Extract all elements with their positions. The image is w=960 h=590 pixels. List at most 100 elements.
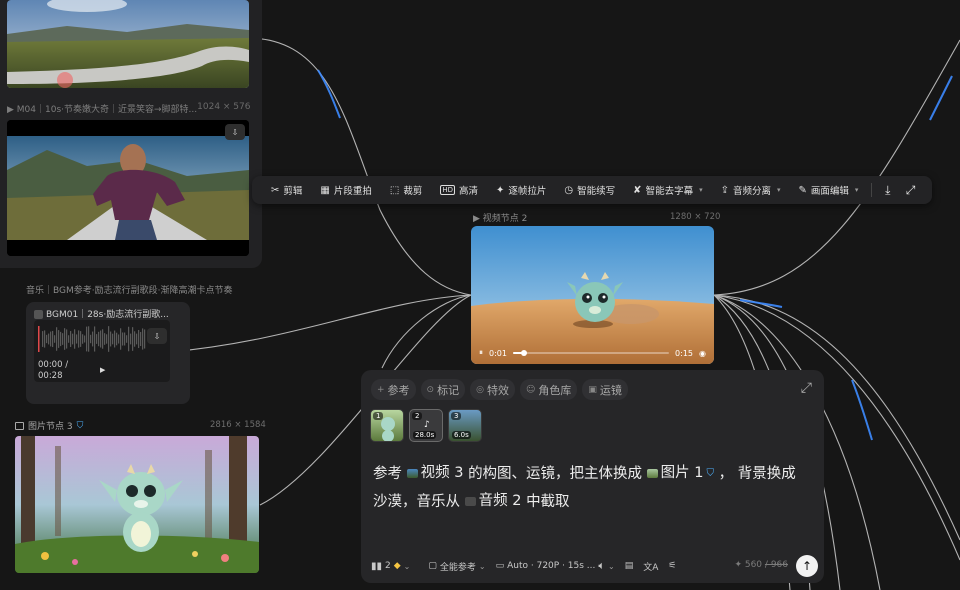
- chevron-down-icon: ⌄: [478, 561, 486, 571]
- tool-label: 智能去字幕: [645, 186, 694, 197]
- reference-number: 2: [412, 412, 423, 420]
- reference-item[interactable]: 1: [370, 409, 404, 442]
- waveform-bar: [124, 332, 126, 346]
- plus-icon: +: [377, 384, 385, 395]
- waveform-bar: [104, 333, 106, 345]
- model-value: 2: [385, 561, 391, 571]
- notes-icon[interactable]: ▤: [625, 561, 634, 571]
- waveform-bar: [62, 333, 64, 345]
- prompt-text-segment: 中截取: [526, 494, 570, 510]
- waveform-bar: [122, 332, 124, 346]
- audio-player[interactable]: ⇩ 00:00 / 00:28 ▶: [34, 320, 170, 382]
- reference-item[interactable]: 2 ♪ 28.0s: [409, 409, 443, 442]
- reference-number: 1: [373, 412, 384, 420]
- mention-label: 音频 2: [478, 493, 522, 509]
- mention-image-token[interactable]: 图片 1 ⛉: [646, 460, 714, 487]
- video-thumbnail-road[interactable]: [7, 0, 249, 88]
- chip-reference[interactable]: + 参考: [371, 379, 416, 400]
- tool-remove-subtitle-button[interactable]: ✘ 智能去字幕 ▾: [624, 176, 711, 204]
- waveform-bar: [68, 335, 70, 343]
- video-thumbnail-runner[interactable]: ⇩: [7, 120, 249, 256]
- reference-duration: 28.0s: [413, 431, 437, 439]
- waveform-bar: [86, 326, 88, 352]
- waveform-bar: [74, 329, 76, 349]
- waveform-bar: [94, 326, 96, 352]
- clock-icon: ◷: [564, 184, 574, 196]
- download-icon[interactable]: ⇩: [225, 124, 245, 140]
- waveform-bar: [42, 331, 44, 347]
- hd-icon: HD: [440, 185, 455, 195]
- chip-character-library[interactable]: ☺ 角色库: [519, 379, 578, 400]
- video-node-panel[interactable]: ▶ M04｜10s·节奏嫩大奇｜近景笑容→脚部特... 1024 × 576 ⇩: [0, 0, 262, 268]
- expand-icon[interactable]: ⤢: [801, 380, 812, 396]
- waveform-bar: [90, 334, 92, 344]
- translate-icon[interactable]: 文A: [643, 560, 658, 573]
- music-icon: [34, 310, 43, 319]
- sliders-icon[interactable]: ⚟: [668, 561, 676, 571]
- music-icon: ♪: [424, 420, 430, 430]
- reference-duration: 6.0s: [452, 431, 471, 439]
- chip-mark[interactable]: ⊙ 标记: [420, 379, 466, 400]
- waveform-bar: [84, 335, 86, 343]
- waveform-bar: [76, 334, 78, 344]
- prompt-input[interactable]: 参考 视频 3 的构图、运镜，把主体换成 图片 1 ⛉ ， 背景换成 沙漠，音乐从…: [373, 460, 813, 516]
- tool-reshoot-button[interactable]: ▦ 片段重拍: [311, 176, 380, 204]
- tool-crop-button[interactable]: ⬚ 裁剪: [381, 176, 431, 204]
- mention-video-token[interactable]: 视频 3: [406, 460, 463, 487]
- prompt-text-segment: ， 背景换成: [718, 466, 796, 482]
- pause-icon[interactable]: ⏸: [479, 348, 483, 358]
- video-progress-track[interactable]: [512, 350, 670, 356]
- tool-audio-split-button[interactable]: ⇪ 音频分离 ▾: [712, 176, 790, 204]
- audio-node[interactable]: BGM01｜28s·励志流行副歌... ⇩ 00:00 / 00:28 ▶: [26, 302, 190, 404]
- reference-item[interactable]: 3 6.0s: [448, 409, 482, 442]
- generation-settings-select[interactable]: ▭ Auto · 720P · 15s ... 🔈︎ ⌄: [496, 559, 615, 573]
- fullscreen-icon[interactable]: ⤢: [899, 176, 922, 204]
- audio-split-icon: ⇪: [720, 184, 729, 196]
- waveform-bar: [78, 330, 80, 348]
- canvas[interactable]: ▶ M04｜10s·节奏嫩大奇｜近景笑容→脚部特... 1024 × 576 ⇩: [0, 0, 960, 590]
- chip-camera-motion[interactable]: ▣ 运镜: [582, 379, 628, 400]
- tool-continue-button[interactable]: ◷ 智能续写: [555, 176, 624, 204]
- video-progress-handle[interactable]: [520, 350, 527, 356]
- image-thumbnail-creature[interactable]: [15, 436, 259, 573]
- tool-frame-edit-button[interactable]: ✎ 画面编辑 ▾: [790, 176, 868, 204]
- reference-number: 3: [451, 412, 462, 420]
- waveform-bar: [128, 326, 130, 352]
- waveform-bar: [136, 333, 138, 345]
- mention-audio-token[interactable]: 音频 2: [464, 488, 522, 515]
- waveform-bar: [140, 331, 142, 347]
- waveform-bar: [138, 329, 140, 349]
- film-icon: ▦: [320, 184, 330, 196]
- play-icon[interactable]: ▶: [100, 366, 105, 374]
- waveform-bar: [92, 331, 94, 347]
- image-node-title: 图片节点 3 ⛉: [15, 419, 83, 432]
- chip-effects[interactable]: ◎ 特效: [470, 379, 515, 400]
- tool-frame-pull-button[interactable]: ✦ 逐帧拉片: [487, 176, 555, 204]
- audio-time-current: 00:00 /: [38, 360, 69, 370]
- download-icon[interactable]: ⇩: [147, 328, 167, 344]
- tool-hd-button[interactable]: HD 高清: [431, 176, 487, 204]
- model-select[interactable]: ▮▮ 2 ◆ ⌄: [371, 561, 410, 572]
- video-player[interactable]: ⏸ 0:01 0:15 ◉: [471, 226, 714, 364]
- shield-icon: ⛉: [76, 420, 84, 431]
- video-caption-text: ▶ M04｜10s·节奏嫩大奇｜近景笑容→脚部特...: [7, 105, 198, 115]
- crop-icon: ⬚: [389, 184, 400, 196]
- tool-cut-button[interactable]: ✂ 剪辑: [262, 176, 311, 204]
- send-button[interactable]: ↑: [796, 555, 818, 577]
- tool-label: 画面编辑: [810, 186, 849, 197]
- image-node-dims: 2816 × 1584: [210, 420, 266, 430]
- download-icon[interactable]: ⤓: [876, 176, 899, 204]
- credits-used: ✦ 560: [734, 560, 763, 570]
- prompt-text-segment: 参考: [373, 466, 402, 482]
- waveform-bar: [102, 329, 104, 349]
- chip-label: 标记: [437, 383, 460, 397]
- reference-mode-select[interactable]: ▢ 全能参考 ⌄: [428, 560, 485, 573]
- sparkle-icon: ✦: [496, 184, 505, 196]
- tool-label: 裁剪: [403, 186, 423, 197]
- waveform-bar: [64, 328, 66, 350]
- waveform-bar: [114, 330, 116, 348]
- waveform-bar: [52, 330, 54, 348]
- volume-icon[interactable]: ◉: [699, 349, 706, 358]
- music-icon: [464, 497, 476, 506]
- chevron-down-icon: ⌄: [608, 561, 615, 571]
